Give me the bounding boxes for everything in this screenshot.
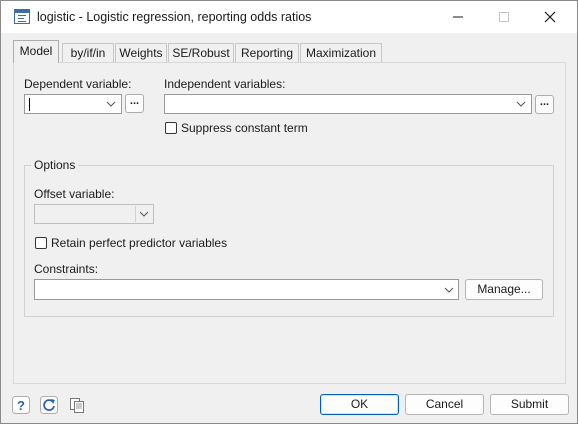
manage-constraints-button[interactable]: Manage... — [465, 279, 543, 300]
dependent-variable-label: Dependent variable: — [24, 77, 132, 91]
independent-variables-label: Independent variables: — [164, 77, 286, 91]
suppress-constant-label: Suppress constant term — [181, 121, 308, 135]
tab-se-robust[interactable]: SE/Robust — [168, 43, 234, 63]
tab-model[interactable]: Model — [13, 40, 59, 63]
maximize-icon — [499, 12, 509, 22]
cancel-button[interactable]: Cancel — [405, 394, 484, 415]
ok-button[interactable]: OK — [320, 394, 399, 415]
tab-by-if-in[interactable]: by/if/in — [62, 43, 114, 63]
tab-weights[interactable]: Weights — [115, 43, 167, 63]
close-button[interactable] — [527, 1, 573, 33]
tab-reporting[interactable]: Reporting — [235, 43, 299, 63]
dialog-window: logistic - Logistic regression, reportin… — [0, 0, 578, 424]
help-button[interactable]: ? — [11, 395, 31, 415]
offset-variable-combo[interactable] — [34, 204, 154, 224]
retain-perfect-predictors-checkbox[interactable] — [35, 237, 47, 249]
suppress-constant-checkbox[interactable] — [165, 122, 177, 134]
copy-command-button[interactable] — [67, 395, 87, 415]
dependent-variable-browse-button[interactable]: ... — [125, 94, 144, 113]
svg-text:?: ? — [17, 398, 25, 413]
retain-perfect-predictors-label: Retain perfect predictor variables — [51, 236, 228, 250]
title-bar[interactable]: logistic - Logistic regression, reportin… — [1, 1, 577, 33]
chevron-down-icon — [516, 101, 526, 107]
app-icon — [14, 9, 30, 24]
chevron-down-icon — [444, 287, 454, 293]
chevron-down-icon — [106, 101, 116, 107]
help-icon: ? — [12, 396, 30, 414]
chevron-down-icon — [139, 211, 149, 217]
offset-variable-label: Offset variable: — [34, 187, 115, 201]
constraints-label: Constraints: — [34, 262, 99, 276]
minimize-icon — [453, 16, 463, 18]
text-cursor — [29, 98, 30, 111]
options-legend: Options — [31, 158, 79, 172]
submit-button[interactable]: Submit — [490, 394, 569, 415]
reset-button[interactable] — [39, 395, 59, 415]
minimize-button[interactable] — [435, 1, 481, 33]
constraints-combo[interactable] — [34, 279, 459, 300]
maximize-button — [481, 1, 527, 33]
close-icon — [544, 11, 556, 23]
window-title: logistic - Logistic regression, reportin… — [37, 10, 312, 24]
copy-icon — [70, 398, 84, 413]
dependent-variable-combo[interactable] — [24, 94, 122, 114]
tab-maximization[interactable]: Maximization — [300, 43, 382, 63]
independent-variables-browse-button[interactable]: ... — [535, 95, 554, 114]
reset-icon — [40, 396, 58, 414]
independent-variables-combo[interactable] — [164, 94, 532, 114]
